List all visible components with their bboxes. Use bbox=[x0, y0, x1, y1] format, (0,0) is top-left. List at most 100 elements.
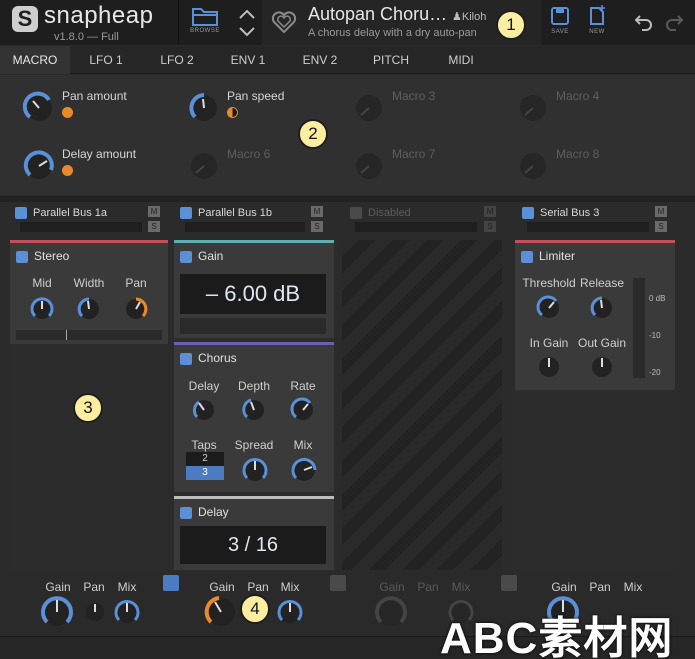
macro-knob[interactable] bbox=[187, 91, 221, 125]
save-label: SAVE bbox=[551, 29, 569, 35]
module-color-bar bbox=[174, 496, 334, 499]
pan-slider-handle[interactable] bbox=[66, 330, 67, 340]
modulation-dot[interactable] bbox=[62, 165, 73, 176]
threshold-knob[interactable] bbox=[536, 295, 562, 321]
solo-button[interactable]: S bbox=[311, 221, 323, 232]
bus-1a-pan-knob[interactable] bbox=[83, 600, 107, 624]
macro-3[interactable]: Macro 3 bbox=[352, 85, 512, 135]
out-gain-knob[interactable] bbox=[589, 354, 615, 380]
browse-button[interactable]: BROWSE bbox=[185, 4, 225, 42]
macro-knob[interactable] bbox=[22, 149, 56, 183]
bus-link-icon[interactable] bbox=[330, 575, 346, 591]
new-button[interactable]: NEW bbox=[584, 4, 610, 42]
tab-lfo1[interactable]: LFO 1 bbox=[70, 46, 142, 74]
bus-1b-gain-knob[interactable] bbox=[203, 594, 239, 630]
chorus-delay-knob[interactable] bbox=[191, 397, 217, 423]
bus-link-icon[interactable] bbox=[501, 575, 517, 591]
rate-knob[interactable] bbox=[290, 397, 316, 423]
preset-name: Autopan Choru… bbox=[308, 4, 448, 24]
pan-slider[interactable] bbox=[16, 330, 162, 340]
bus-1b-mix-knob[interactable] bbox=[276, 598, 304, 626]
bus-enable-checkbox[interactable] bbox=[350, 207, 362, 219]
tab-env2[interactable]: ENV 2 bbox=[284, 46, 356, 74]
tab-macro[interactable]: MACRO bbox=[0, 46, 70, 74]
macro-label: Macro 6 bbox=[227, 147, 271, 161]
chevron-up-icon bbox=[239, 9, 255, 19]
in-gain-label: In Gain bbox=[529, 336, 569, 350]
module-enable-checkbox[interactable] bbox=[180, 251, 192, 263]
module-color-bar bbox=[10, 240, 168, 243]
bus-1a-mix-knob[interactable] bbox=[113, 598, 141, 626]
meter-tick: -10 bbox=[649, 331, 661, 340]
macro-knob[interactable] bbox=[516, 91, 550, 125]
annotation-badge: 3 bbox=[73, 393, 103, 423]
macro-knob[interactable] bbox=[352, 91, 386, 125]
macro-5[interactable]: Delay amount bbox=[22, 143, 182, 193]
module-enable-checkbox[interactable] bbox=[521, 251, 533, 263]
delay-time-display[interactable]: 3 / 16 bbox=[180, 526, 326, 564]
macro-4[interactable]: Macro 4 bbox=[516, 85, 676, 135]
bus-1a-gain-knob[interactable] bbox=[39, 594, 75, 630]
annotation-badge: 4 bbox=[240, 594, 270, 624]
bus-enable-checkbox[interactable] bbox=[522, 207, 534, 219]
bus-header-1b: Parallel Bus 1b M S bbox=[180, 203, 340, 237]
release-knob[interactable] bbox=[589, 295, 615, 321]
module-title: Limiter bbox=[539, 249, 576, 263]
macro-8[interactable]: Macro 8 bbox=[516, 143, 676, 193]
chorus-mix-knob[interactable] bbox=[290, 456, 318, 484]
mid-label: Mid bbox=[32, 276, 52, 290]
gain-slider[interactable] bbox=[180, 318, 326, 334]
undo-icon[interactable] bbox=[634, 12, 654, 32]
mid-knob[interactable] bbox=[29, 296, 55, 322]
taps-selector[interactable]: 2 3 bbox=[186, 452, 224, 480]
pan-knob[interactable] bbox=[123, 296, 149, 322]
solo-button[interactable]: S bbox=[655, 221, 667, 232]
delay-module: Delay 3 / 16 bbox=[174, 496, 334, 570]
heart-icon[interactable] bbox=[270, 8, 298, 36]
solo-button[interactable]: S bbox=[148, 221, 160, 232]
module-enable-checkbox[interactable] bbox=[180, 507, 192, 519]
macro-knob[interactable] bbox=[22, 91, 56, 125]
module-title: Delay bbox=[198, 505, 229, 519]
rate-label: Rate bbox=[290, 379, 316, 393]
macro-knob[interactable] bbox=[187, 149, 221, 183]
header-bar: S snapheap v1.8.0 — Full BROWSE Autopan … bbox=[0, 0, 695, 45]
tab-midi[interactable]: MIDI bbox=[426, 46, 496, 74]
taps-option-selected[interactable]: 3 bbox=[186, 466, 224, 480]
bus-enable-checkbox[interactable] bbox=[180, 207, 192, 219]
in-gain-knob[interactable] bbox=[536, 354, 562, 380]
taps-option[interactable]: 2 bbox=[186, 452, 224, 466]
mute-button[interactable]: M bbox=[148, 206, 160, 217]
mute-button[interactable]: M bbox=[655, 206, 667, 217]
bus-title: Parallel Bus 1a bbox=[33, 207, 107, 219]
macro-knob[interactable] bbox=[516, 149, 550, 183]
redo-icon[interactable] bbox=[664, 12, 684, 32]
chevron-down-icon bbox=[239, 27, 255, 37]
meter-tick: 0 dB bbox=[649, 294, 666, 303]
macro-6[interactable]: Macro 6 bbox=[187, 143, 347, 193]
tab-lfo2[interactable]: LFO 2 bbox=[142, 46, 212, 74]
bus-disabled-gain-knob[interactable] bbox=[373, 594, 409, 630]
solo-button[interactable]: S bbox=[484, 221, 496, 232]
save-button[interactable]: SAVE bbox=[547, 6, 573, 42]
spread-knob[interactable] bbox=[241, 456, 269, 484]
tab-env1[interactable]: ENV 1 bbox=[212, 46, 284, 74]
macro-7[interactable]: Macro 7 bbox=[352, 143, 512, 193]
macro-1[interactable]: Pan amount bbox=[22, 85, 182, 135]
modulation-dot[interactable] bbox=[62, 107, 73, 118]
module-enable-checkbox[interactable] bbox=[180, 353, 192, 365]
macro-label: Pan amount bbox=[62, 89, 127, 103]
module-enable-checkbox[interactable] bbox=[16, 251, 28, 263]
bus-enable-checkbox[interactable] bbox=[15, 207, 27, 219]
bus-header-disabled: Disabled M S bbox=[350, 203, 510, 237]
depth-knob[interactable] bbox=[241, 397, 267, 423]
modulation-dot[interactable] bbox=[227, 107, 238, 118]
width-knob[interactable] bbox=[76, 296, 102, 322]
mute-button[interactable]: M bbox=[311, 206, 323, 217]
mute-button[interactable]: M bbox=[484, 206, 496, 217]
macro-knob[interactable] bbox=[352, 149, 386, 183]
bus-link-icon[interactable] bbox=[163, 575, 179, 591]
gain-value-display[interactable]: – 6.00 dB bbox=[180, 274, 326, 314]
tab-pitch[interactable]: PITCH bbox=[356, 46, 426, 74]
bus-level-bar bbox=[185, 222, 305, 232]
